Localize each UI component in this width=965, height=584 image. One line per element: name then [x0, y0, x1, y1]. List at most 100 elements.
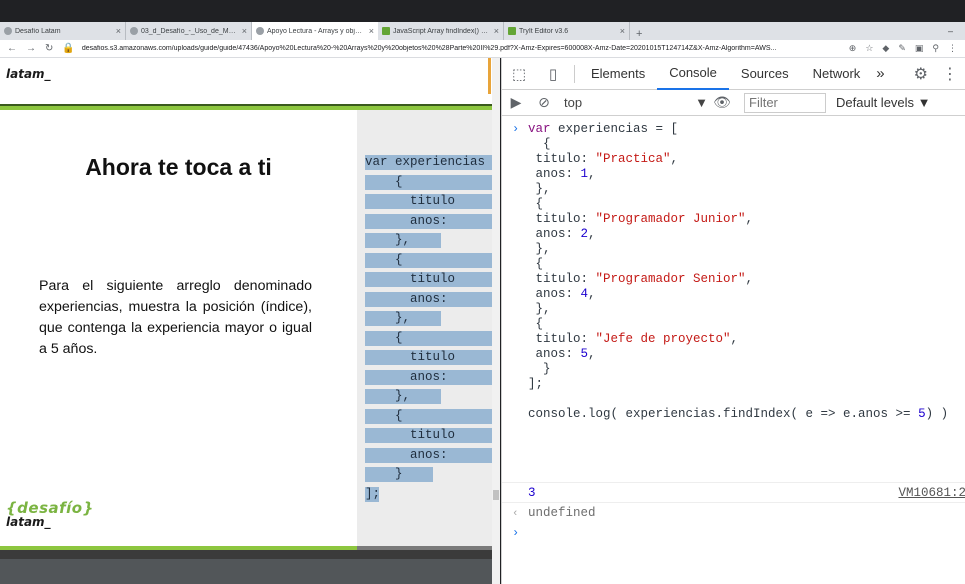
logo-text: latam_ — [6, 67, 51, 81]
sidebar-toggle-icon[interactable]: ▶ — [502, 94, 530, 111]
extension-icon[interactable]: ◆ — [882, 43, 889, 54]
pdf-scrollbar[interactable] — [492, 58, 500, 584]
console-output[interactable]: › var experiencias = [ { titulo: "Practi… — [502, 116, 965, 584]
console-prompt-icon[interactable]: › — [512, 526, 519, 540]
browser-tab-1[interactable]: Desafío Latam × — [0, 22, 126, 40]
code-line: titulo — [365, 428, 492, 443]
minimize-icon[interactable]: – — [948, 26, 953, 36]
tab-network[interactable]: Network — [801, 58, 873, 90]
browser-tab-2[interactable]: 03_d_Desafío_-_Uso_de_Métodos × — [126, 22, 252, 40]
tab-title: JavaScript Array findIndex() Meth — [393, 27, 491, 35]
devtools-toolbar: ⬚ ▯ Elements Console Sources Network » ⚙… — [502, 58, 965, 90]
tab-sources[interactable]: Sources — [729, 58, 801, 90]
browser-tab-active[interactable]: Apoyo Lectura - Arrays y objetos × — [252, 22, 378, 40]
log-levels-dropdown[interactable]: Default levels ▼ — [836, 95, 931, 110]
device-toggle-icon[interactable]: ▯ — [536, 65, 570, 83]
result-value: 3 — [528, 486, 536, 500]
window-top-bar — [0, 0, 965, 22]
extension-icon[interactable]: ▣ — [915, 43, 924, 54]
code-line: { — [365, 331, 492, 346]
tab-elements[interactable]: Elements — [579, 58, 657, 90]
more-tabs-icon[interactable]: » — [876, 65, 884, 82]
page-gap — [0, 550, 492, 559]
eye-icon[interactable]: 👁 — [708, 94, 736, 111]
return-arrow-icon: ‹ — [512, 508, 519, 520]
code-line: }, — [365, 389, 441, 404]
devtools-panel: ⬚ ▯ Elements Console Sources Network » ⚙… — [501, 58, 965, 584]
input-chevron-icon: › — [512, 122, 520, 136]
close-tab-icon[interactable]: × — [494, 26, 499, 36]
chevron-down-icon: ▼ — [695, 95, 708, 110]
code-line: titulo — [365, 194, 492, 209]
more-options-icon[interactable]: ⋮ — [942, 64, 958, 84]
browser-tab-5[interactable]: TryIt Editor v3.6 × — [504, 22, 630, 40]
browser-tab-4[interactable]: JavaScript Array findIndex() Meth × — [378, 22, 504, 40]
accent-stripe — [488, 58, 491, 94]
url-field[interactable]: desafios.s3.amazonaws.com/uploads/guide/… — [82, 45, 841, 52]
slide-heading: Ahora te toca a ti — [85, 154, 272, 180]
new-tab-button[interactable]: + — [630, 28, 648, 40]
globe-icon — [256, 27, 264, 35]
menu-icon[interactable]: ⋮ — [948, 43, 957, 54]
close-tab-icon[interactable]: × — [620, 26, 625, 36]
tab-title: Desafío Latam — [15, 27, 61, 35]
tab-title: 03_d_Desafío_-_Uso_de_Métodos — [141, 27, 239, 35]
code-line: titulo — [365, 350, 492, 365]
scrollbar-thumb[interactable] — [493, 490, 499, 500]
reload-icon[interactable]: ↻ — [45, 43, 53, 54]
context-selector[interactable]: top ▼ — [558, 95, 708, 110]
code-line: { — [365, 409, 492, 424]
levels-label: Default levels — [836, 95, 915, 110]
filter-input[interactable] — [744, 92, 826, 113]
desafio-logo: latam_ — [6, 67, 51, 81]
forward-icon[interactable]: → — [26, 43, 36, 54]
bookmark-star-icon[interactable]: ☆ — [865, 43, 873, 54]
tab-console[interactable]: Console — [657, 58, 729, 90]
code-line: { — [365, 175, 492, 190]
extension-icon[interactable]: ⚲ — [932, 43, 939, 54]
extension-icon[interactable]: ✎ — [898, 43, 906, 54]
toolbar-separator — [574, 64, 575, 83]
settings-gear-icon[interactable]: ⚙ — [914, 64, 928, 84]
pdf-page-top: latam_ — [0, 58, 492, 110]
clear-console-icon[interactable]: ⊘ — [530, 94, 558, 111]
browser-tab-strip: Desafío Latam × 03_d_Desafío_-_Uso_de_Mét… — [0, 22, 965, 40]
code-line: var experiencias = [ — [365, 155, 492, 170]
address-bar: ← → ↻ 🔒 desafios.s3.amazonaws.com/upload… — [0, 40, 965, 58]
console-toolbar: ▶ ⊘ top ▼ 👁 Default levels ▼ — [502, 90, 965, 116]
close-tab-icon[interactable]: × — [116, 26, 121, 36]
logo-brand: {desafío} — [6, 499, 94, 517]
code-line: anos: — [365, 292, 492, 307]
inspect-element-icon[interactable]: ⬚ — [502, 65, 536, 83]
back-icon[interactable]: ← — [7, 43, 17, 54]
code-panel[interactable]: var experiencias = [ { titulo anos: }, {… — [357, 110, 492, 546]
w3schools-icon — [508, 27, 516, 35]
slide-paragraph: Para el siguiente arreglo denominado exp… — [39, 278, 312, 357]
logo-sub: latam_ — [6, 515, 51, 529]
w3schools-icon — [382, 27, 390, 35]
tab-title: Apoyo Lectura - Arrays y objetos — [267, 27, 366, 35]
code-line: { — [365, 253, 492, 268]
close-tab-icon[interactable]: × — [369, 26, 374, 36]
code-line: anos: — [365, 448, 492, 463]
favicon-icon — [4, 27, 12, 35]
code-line: anos: — [365, 214, 492, 229]
code-line: ]; — [365, 487, 379, 502]
code-line: titulo — [365, 272, 492, 287]
pdf-slide: Ahora te toca a ti Para el siguiente arr… — [0, 110, 357, 546]
context-value: top — [564, 95, 583, 110]
console-log-result: 3 VM10681:2 — [502, 482, 965, 503]
close-tab-icon[interactable]: × — [242, 26, 247, 36]
globe-icon — [130, 27, 138, 35]
code-line: anos: — [365, 370, 492, 385]
desafio-logo: {desafío} latam_ — [6, 499, 94, 530]
code-line: }, — [365, 311, 441, 326]
source-link[interactable]: VM10681:2 — [898, 486, 965, 500]
code-line: } — [365, 467, 433, 482]
code-line: }, — [365, 233, 441, 248]
window-controls: – — [948, 26, 965, 36]
lock-icon: 🔒 — [62, 43, 75, 54]
return-value: undefined — [528, 506, 596, 520]
zoom-icon[interactable]: ⊕ — [849, 43, 857, 54]
pdf-viewer[interactable]: latam_ Ahora te toca a ti Para el siguie… — [0, 58, 500, 584]
